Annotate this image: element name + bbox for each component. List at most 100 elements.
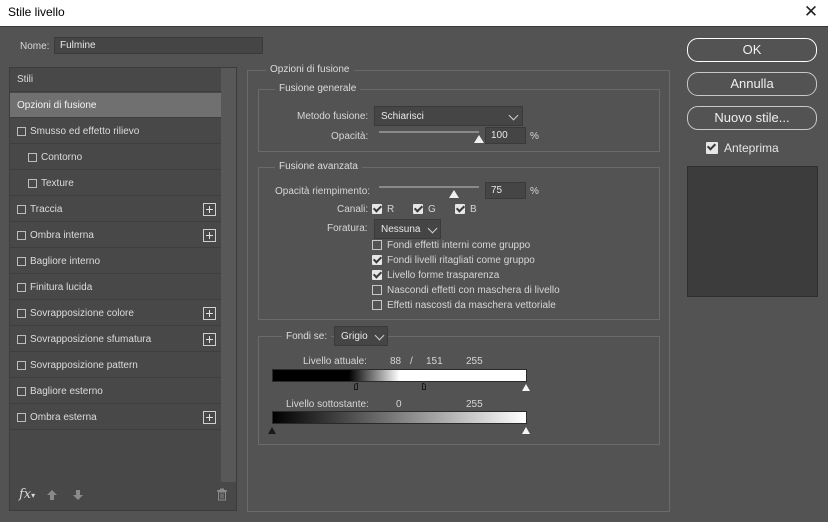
close-icon[interactable]: ✕ — [801, 2, 821, 22]
opacity-slider-track[interactable] — [379, 131, 479, 133]
style-item-inner-glow[interactable]: Bagliore interno — [10, 249, 221, 274]
add-stroke-plus-icon[interactable] — [203, 203, 216, 216]
preview-label: Anteprima — [724, 141, 779, 155]
style-item-contour[interactable]: Contorno — [10, 145, 221, 170]
style-item-label: Traccia — [30, 204, 63, 215]
chevron-down-icon — [374, 330, 385, 341]
this-layer-black-split-left-handle[interactable] — [354, 383, 358, 390]
knockout-dropdown[interactable]: Nessuna — [374, 219, 441, 239]
checkbox-gradient-overlay[interactable] — [17, 335, 26, 344]
add-gradient-overlay-plus-icon[interactable] — [203, 333, 216, 346]
this-layer-black-split-right-handle[interactable] — [422, 383, 426, 390]
blend-if-value: Grigio — [341, 331, 368, 342]
opacity-slider-thumb[interactable] — [474, 135, 484, 143]
checkbox-inner-shadow[interactable] — [17, 231, 26, 240]
blend-interior-effects-checkbox[interactable] — [372, 240, 382, 250]
trash-icon[interactable] — [216, 488, 228, 501]
checkbox-color-overlay[interactable] — [17, 309, 26, 318]
styles-list-header[interactable]: Stili — [10, 67, 221, 92]
fx-icon[interactable]: fx▾ — [19, 487, 35, 502]
channel-b-label: B — [470, 204, 477, 215]
name-input[interactable] — [54, 37, 263, 54]
checkbox-contour[interactable] — [28, 153, 37, 162]
underlying-gradient-ramp — [272, 411, 527, 424]
underlying-white-handle[interactable] — [522, 427, 530, 434]
checkbox-pattern-overlay[interactable] — [17, 361, 26, 370]
style-item-satin[interactable]: Finitura lucida — [10, 275, 221, 300]
style-item-label: Sovrapposizione pattern — [30, 360, 138, 371]
new-style-button[interactable]: Nuovo stile... — [687, 106, 817, 130]
this-layer-gradient-ramp — [272, 369, 527, 382]
blend-interior-effects-label: Fondi effetti interni come gruppo — [387, 240, 531, 251]
fill-opacity-slider-track[interactable] — [379, 186, 479, 188]
style-item-color-overlay[interactable]: Sovrapposizione colore — [10, 301, 221, 326]
underlying-high-value: 255 — [466, 399, 483, 410]
knockout-value: Nessuna — [381, 224, 421, 235]
add-inner-shadow-plus-icon[interactable] — [203, 229, 216, 242]
this-layer-low-value: 88 — [390, 356, 402, 367]
style-item-outer-glow[interactable]: Bagliore esterno — [10, 379, 221, 404]
vector-mask-hides-checkbox[interactable] — [372, 300, 382, 310]
arrow-down-icon[interactable] — [72, 489, 84, 501]
blend-mode-label: Metodo fusione: — [297, 111, 369, 122]
checkbox-stroke[interactable] — [17, 205, 26, 214]
checkbox-drop-shadow[interactable] — [17, 413, 26, 422]
channels-label: Canali: — [337, 204, 369, 215]
blend-if-label: Fondi se: — [282, 331, 332, 342]
opacity-input[interactable] — [485, 127, 526, 144]
style-item-stroke[interactable]: Traccia — [10, 197, 221, 222]
this-layer-white-handle[interactable] — [522, 384, 530, 391]
underlying-black-handle[interactable] — [268, 427, 276, 434]
channel-g-checkbox[interactable] — [413, 204, 423, 214]
style-item-label: Ombra esterna — [30, 412, 97, 423]
styles-scrollbar[interactable] — [221, 68, 236, 482]
add-color-overlay-plus-icon[interactable] — [203, 307, 216, 320]
ok-button[interactable]: OK — [687, 38, 817, 62]
style-item-label: Sovrapposizione sfumatura — [30, 334, 152, 345]
layer-mask-hides-label: Nascondi effetti con maschera di livello — [387, 285, 560, 296]
channel-b-checkbox[interactable] — [455, 204, 465, 214]
channel-r-checkbox[interactable] — [372, 204, 382, 214]
channel-g-label: G — [428, 204, 436, 215]
blend-clipped-layers-checkbox[interactable] — [372, 255, 382, 265]
vector-mask-hides-label: Effetti nascosti da maschera vettoriale — [387, 300, 556, 311]
style-item-inner-shadow[interactable]: Ombra interna — [10, 223, 221, 248]
transparency-shapes-label: Livello forme trasparenza — [387, 270, 500, 281]
checkbox-bevel-emboss[interactable] — [17, 127, 26, 136]
underlying-layer-label: Livello sottostante: — [286, 399, 369, 410]
style-item-label: Finitura lucida — [30, 282, 93, 293]
blend-mode-dropdown[interactable]: Schiarisci — [374, 106, 523, 126]
style-item-label: Opzioni di fusione — [17, 100, 97, 111]
add-drop-shadow-plus-icon[interactable] — [203, 411, 216, 424]
style-item-bevel-emboss[interactable]: Smusso ed effetto rilievo — [10, 119, 221, 144]
style-item-label: Bagliore esterno — [30, 386, 103, 397]
styles-header-label: Stili — [17, 74, 34, 85]
blend-if-dropdown[interactable]: Grigio — [334, 326, 388, 346]
fill-opacity-input[interactable] — [485, 182, 526, 199]
title-bar — [0, 0, 828, 26]
checkbox-outer-glow[interactable] — [17, 387, 26, 396]
transparency-shapes-checkbox[interactable] — [372, 270, 382, 280]
checkbox-texture[interactable] — [28, 179, 37, 188]
style-item-pattern-overlay[interactable]: Sovrapposizione pattern — [10, 353, 221, 378]
style-preview-thumbnail — [687, 166, 818, 297]
blending-options-title: Opzioni di fusione — [266, 64, 354, 75]
style-item-gradient-overlay[interactable]: Sovrapposizione sfumatura — [10, 327, 221, 352]
checkbox-satin[interactable] — [17, 283, 26, 292]
style-item-label: Contorno — [41, 152, 83, 163]
preview-checkbox[interactable] — [706, 142, 718, 154]
fill-opacity-percent: % — [530, 186, 539, 197]
style-item-blending-options[interactable]: Opzioni di fusione — [10, 93, 221, 118]
style-item-drop-shadow[interactable]: Ombra esterna — [10, 405, 221, 430]
cancel-button[interactable]: Annulla — [687, 72, 817, 96]
layer-mask-hides-checkbox[interactable] — [372, 285, 382, 295]
style-item-label: Sovrapposizione colore — [30, 308, 134, 319]
blend-mode-value: Schiarisci — [381, 111, 424, 122]
general-blending-title: Fusione generale — [275, 83, 361, 94]
checkbox-inner-glow[interactable] — [17, 257, 26, 266]
fill-opacity-slider-thumb[interactable] — [449, 190, 459, 198]
window-title: Stile livello — [8, 5, 65, 19]
arrow-up-icon[interactable] — [46, 489, 58, 501]
blend-clipped-layers-label: Fondi livelli ritagliati come gruppo — [387, 255, 535, 266]
style-item-texture[interactable]: Texture — [10, 171, 221, 196]
